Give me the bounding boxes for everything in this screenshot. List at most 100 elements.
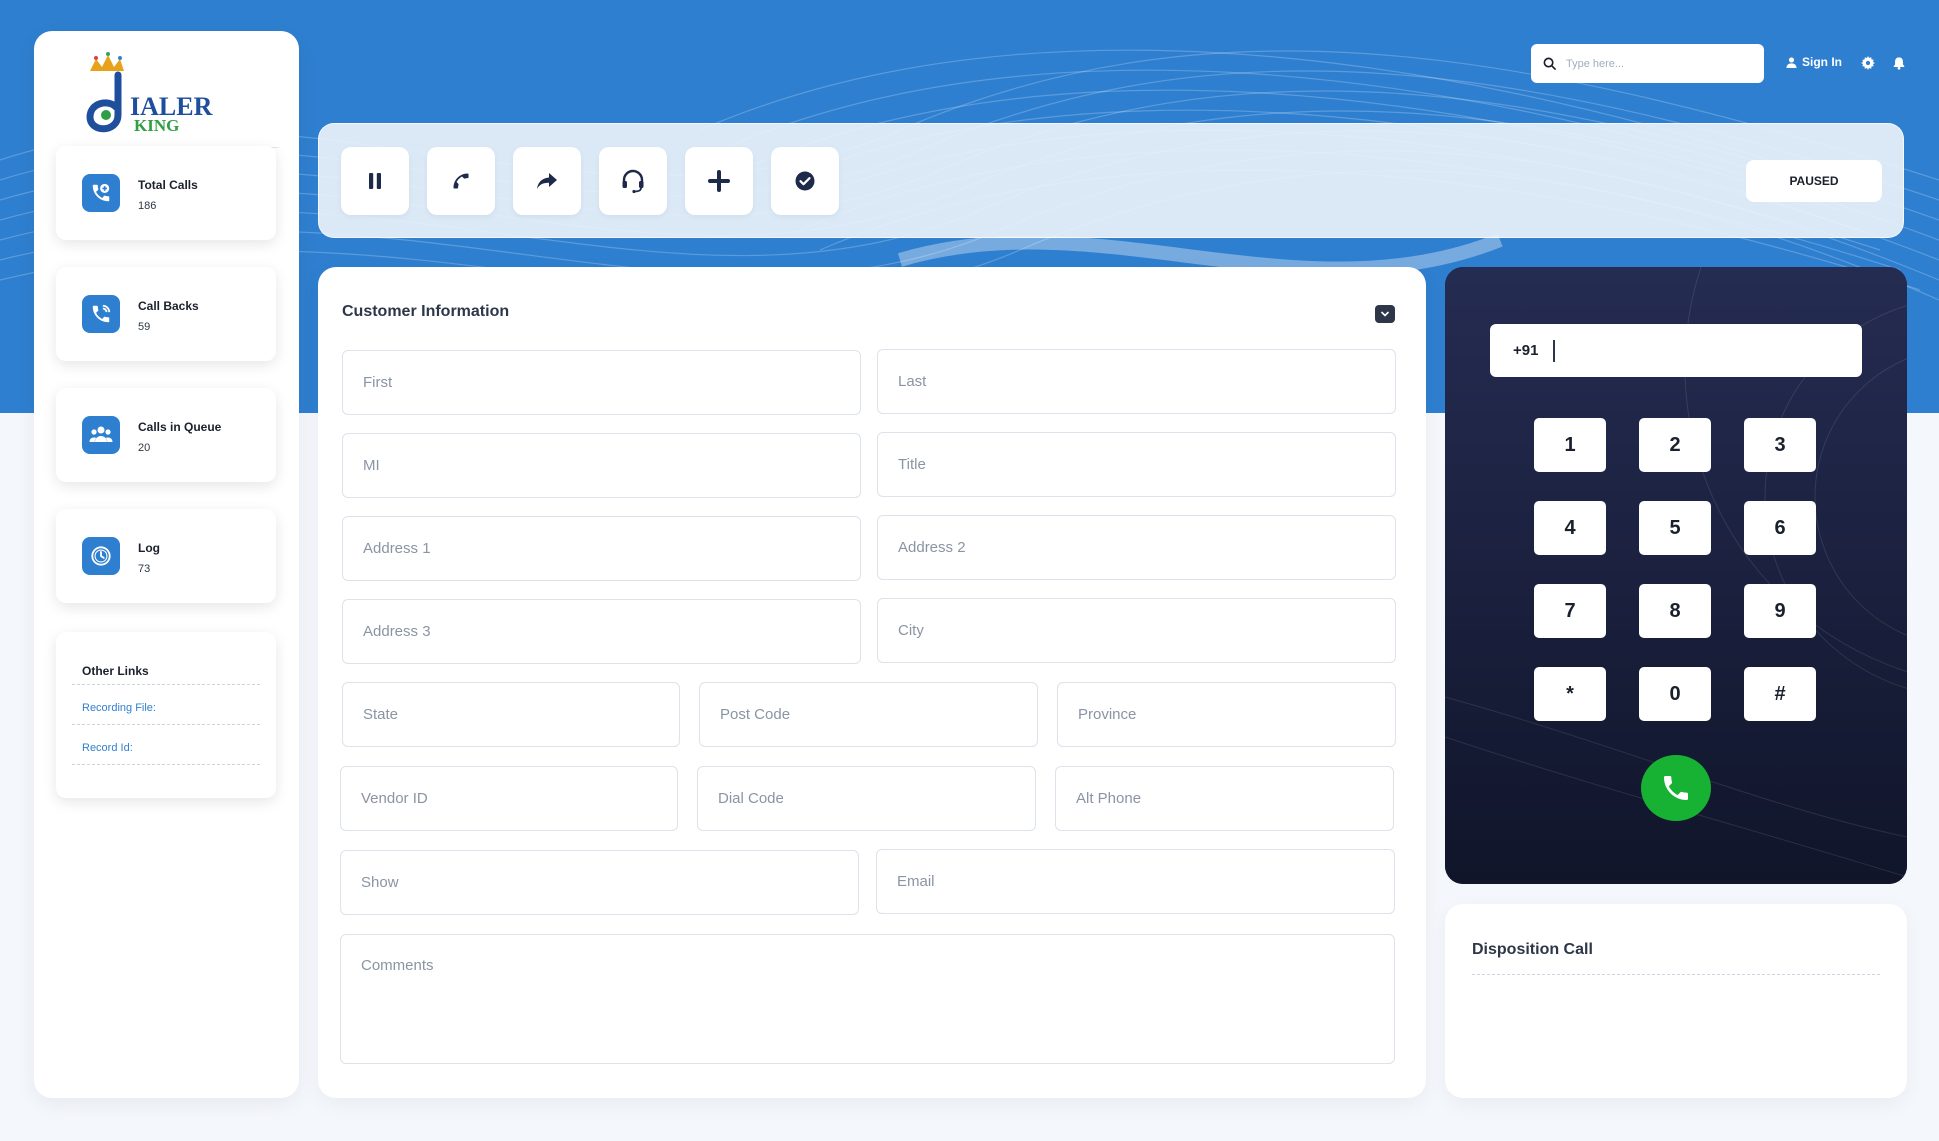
users-group-icon — [82, 416, 120, 454]
phone-icon — [1664, 776, 1688, 800]
headset-icon — [622, 169, 644, 194]
keypad-key-hash[interactable]: # — [1744, 667, 1816, 721]
chevron-down-icon — [1380, 311, 1390, 317]
alt-phone-input[interactable] — [1056, 767, 1393, 830]
dial-code-field[interactable] — [697, 766, 1036, 831]
link-record-id[interactable]: Record Id: — [82, 742, 133, 754]
post-code-field[interactable] — [699, 682, 1038, 747]
complete-button[interactable] — [771, 147, 839, 215]
province-field[interactable] — [1057, 682, 1396, 747]
other-links-title: Other Links — [82, 664, 149, 678]
keypad-key-2[interactable]: 2 — [1639, 418, 1711, 472]
address1-input[interactable] — [343, 517, 860, 580]
search-box[interactable] — [1531, 44, 1764, 83]
show-field[interactable] — [340, 850, 859, 915]
stat-card-log[interactable]: Log 73 — [56, 509, 276, 603]
collapse-button[interactable] — [1375, 305, 1395, 323]
stat-card-total-calls[interactable]: Total Calls 186 — [56, 146, 276, 240]
headset-button[interactable] — [599, 147, 667, 215]
dial-call-button[interactable] — [1641, 755, 1711, 821]
disposition-title: Disposition Call — [1472, 941, 1593, 958]
first-name-field[interactable] — [342, 350, 861, 415]
svg-text:KING: KING — [134, 116, 179, 135]
stat-label: Call Backs — [138, 299, 199, 313]
customer-information-panel: Customer Information — [318, 267, 1426, 1098]
dialer-panel: +91 1 2 3 4 5 6 7 8 9 * 0 # — [1445, 267, 1907, 884]
stat-card-calls-in-queue[interactable]: Calls in Queue 20 — [56, 388, 276, 482]
dial-code-input[interactable] — [698, 767, 1035, 830]
keypad-key-8[interactable]: 8 — [1639, 584, 1711, 638]
address2-input[interactable] — [878, 516, 1395, 579]
address3-field[interactable] — [342, 599, 861, 664]
stat-label: Calls in Queue — [138, 420, 222, 434]
vendor-id-input[interactable] — [341, 767, 677, 830]
stat-value: 186 — [138, 200, 157, 212]
dialer-king-logo[interactable]: IALER KING — [78, 45, 218, 135]
search-input[interactable] — [1566, 57, 1746, 70]
keypad-key-4[interactable]: 4 — [1534, 501, 1606, 555]
transfer-button[interactable] — [513, 147, 581, 215]
email-field[interactable] — [876, 849, 1395, 914]
province-input[interactable] — [1058, 683, 1395, 746]
email-input[interactable] — [877, 850, 1394, 913]
country-code: +91 — [1513, 342, 1539, 359]
crown-icon — [90, 52, 124, 71]
vendor-id-field[interactable] — [340, 766, 678, 831]
keypad-key-0[interactable]: 0 — [1639, 667, 1711, 721]
sidebar: IALER KING Total Calls 186 Call Backs 59 — [34, 31, 299, 1098]
divider — [72, 764, 260, 765]
sign-in-link[interactable]: Sign In — [1786, 55, 1842, 69]
state-field[interactable] — [342, 682, 680, 747]
disposition-call-panel: Disposition Call — [1445, 904, 1907, 1098]
first-name-input[interactable] — [343, 351, 860, 414]
keypad-key-7[interactable]: 7 — [1534, 584, 1606, 638]
keypad-key-5[interactable]: 5 — [1639, 501, 1711, 555]
post-code-input[interactable] — [700, 683, 1037, 746]
add-button[interactable] — [685, 147, 753, 215]
keypad-key-3[interactable]: 3 — [1744, 418, 1816, 472]
status-badge: PAUSED — [1746, 160, 1882, 202]
city-input[interactable] — [878, 599, 1395, 662]
title-field[interactable] — [877, 432, 1396, 497]
mi-field[interactable] — [342, 433, 861, 498]
call-button[interactable] — [427, 147, 495, 215]
keypad-key-star[interactable]: * — [1534, 667, 1606, 721]
stat-label: Total Calls — [138, 178, 198, 192]
phone-icon — [453, 173, 469, 189]
title-input[interactable] — [878, 433, 1395, 496]
bell-icon[interactable] — [1892, 56, 1906, 70]
call-toolbar: PAUSED — [318, 123, 1904, 238]
keypad-key-9[interactable]: 9 — [1744, 584, 1816, 638]
divider — [72, 684, 260, 685]
show-input[interactable] — [341, 851, 858, 914]
stat-card-call-backs[interactable]: Call Backs 59 — [56, 267, 276, 361]
dial-display[interactable]: +91 — [1490, 324, 1862, 377]
mi-input[interactable] — [343, 434, 860, 497]
comments-textarea[interactable] — [341, 935, 1394, 1063]
clock-icon — [82, 537, 120, 575]
stat-label: Log — [138, 541, 160, 555]
address1-field[interactable] — [342, 516, 861, 581]
state-input[interactable] — [343, 683, 679, 746]
pause-icon — [369, 173, 381, 189]
sign-in-label: Sign In — [1802, 55, 1842, 69]
comments-field[interactable] — [340, 934, 1395, 1064]
gear-icon[interactable] — [1861, 56, 1875, 70]
address3-input[interactable] — [343, 600, 860, 663]
link-recording-file[interactable]: Recording File: — [82, 702, 156, 714]
divider — [72, 724, 260, 725]
last-name-field[interactable] — [877, 349, 1396, 414]
divider — [1472, 974, 1880, 975]
pause-button[interactable] — [341, 147, 409, 215]
forward-arrow-icon — [537, 173, 557, 189]
user-icon — [1786, 56, 1797, 68]
address2-field[interactable] — [877, 515, 1396, 580]
panel-title: Customer Information — [342, 303, 510, 320]
city-field[interactable] — [877, 598, 1396, 663]
keypad-key-1[interactable]: 1 — [1534, 418, 1606, 472]
last-name-input[interactable] — [878, 350, 1395, 413]
alt-phone-field[interactable] — [1055, 766, 1394, 831]
keypad-key-6[interactable]: 6 — [1744, 501, 1816, 555]
plus-icon — [708, 170, 730, 192]
dial-number-input[interactable] — [1555, 324, 1862, 377]
